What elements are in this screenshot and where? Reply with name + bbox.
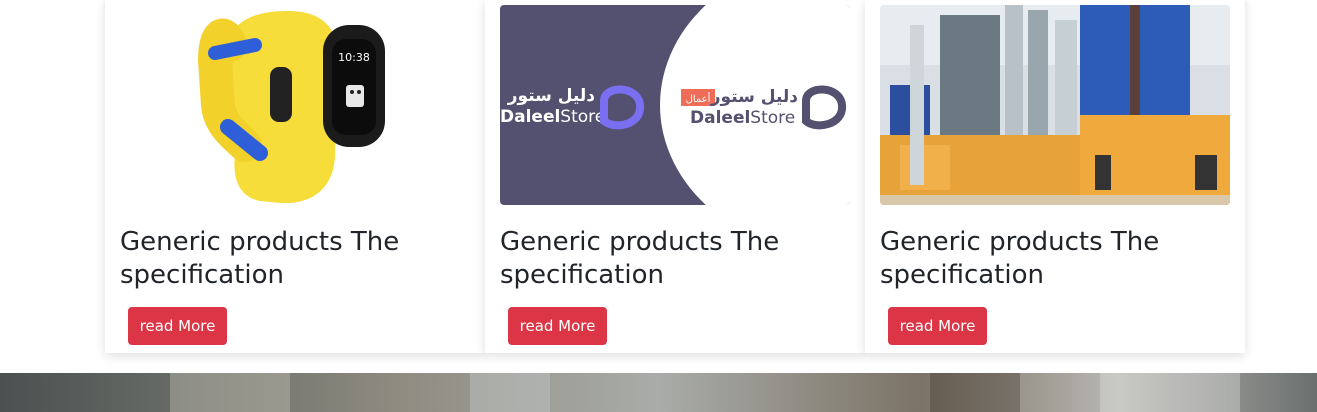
watch-time: 10:38 <box>338 51 370 64</box>
svg-text:DaleelStore: DaleelStore <box>500 107 605 127</box>
logo-badge: أعمال <box>686 92 711 105</box>
logo-arabic-text: دليل ستور <box>507 86 596 106</box>
card-title: Generic products The specification <box>120 227 400 290</box>
product-cards-row: 10:38 Generic products The specification… <box>105 0 1245 353</box>
read-more-button[interactable]: read More <box>508 307 607 345</box>
product-card: دليل ستور DaleelStore أعمال دليل ستور Da… <box>485 0 865 353</box>
svg-text:DaleelStore: DaleelStore <box>690 108 795 128</box>
read-more-button[interactable]: read More <box>888 307 987 345</box>
product-image-daleel-store: دليل ستور DaleelStore أعمال دليل ستور Da… <box>500 5 850 205</box>
product-image-fitness-tracker: 10:38 <box>120 5 470 205</box>
card-title: Generic products The specification <box>880 227 1160 290</box>
product-card: Generic products The specification read … <box>865 0 1245 353</box>
product-image-industrial-plant <box>880 5 1230 205</box>
logo-latin-light: Store <box>750 108 795 128</box>
background-banner-image <box>0 373 1317 412</box>
product-card: 10:38 Generic products The specification… <box>105 0 485 353</box>
logo-arabic-text: دليل ستور <box>710 87 799 107</box>
read-more-button[interactable]: read More <box>128 307 227 345</box>
logo-latin-light: Store <box>560 107 605 127</box>
logo-latin-bold: Daleel <box>500 107 560 127</box>
logo-latin-bold: Daleel <box>690 108 750 128</box>
card-title: Generic products The specification <box>500 227 780 290</box>
